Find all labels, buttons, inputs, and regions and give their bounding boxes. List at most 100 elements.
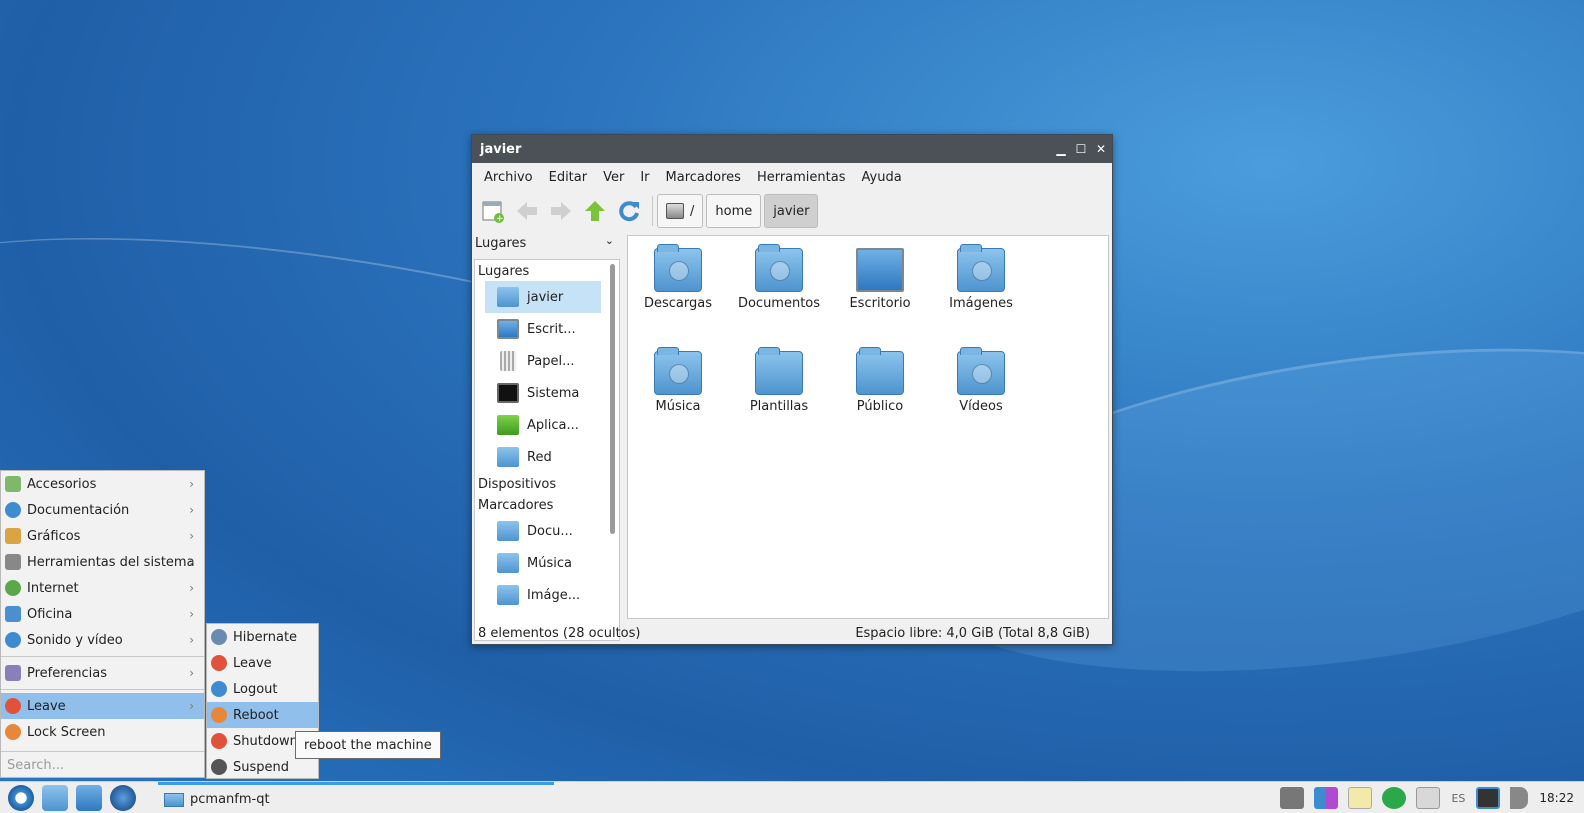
menu-item-herramientas-sistema[interactable]: Herramientas del sistema › (1, 549, 204, 575)
file-item-label: Descargas (643, 296, 712, 311)
sidebar-item-label: Escrit... (527, 321, 576, 337)
menu-ayuda[interactable]: Ayuda (854, 170, 910, 185)
sidebar-item-sistema[interactable]: Sistema (485, 377, 601, 409)
menu-item-label: Documentación (27, 502, 130, 518)
window-titlebar[interactable]: javier ▁ ☐ ✕ (472, 135, 1112, 163)
file-item-musica[interactable]: Música (628, 347, 728, 414)
clipboard-icon[interactable] (1348, 787, 1373, 809)
shutdown-icon (211, 733, 227, 749)
sidebar-bookmark-imagenes[interactable]: Imáge... (485, 579, 601, 611)
file-view: Descargas Documentos Escritorio Imágenes… (627, 235, 1109, 619)
start-menu-icon[interactable] (8, 784, 34, 811)
sidebar-places: Lugares javier Escrit... Papel... Sistem… (474, 259, 620, 641)
keyboard-layout-indicator[interactable]: ES (1451, 792, 1465, 805)
chevron-right-icon: › (189, 633, 194, 647)
menu-item-sonido-video[interactable]: Sonido y vídeo › (1, 627, 204, 653)
sidebar-item-label: Papel... (527, 353, 575, 369)
up-arrow-icon[interactable] (580, 196, 610, 226)
update-arrows-icon[interactable] (1314, 787, 1339, 809)
usb-device-icon[interactable] (1476, 787, 1501, 809)
submenu-item-reboot[interactable]: Reboot (207, 702, 318, 728)
menu-item-preferencias[interactable]: Preferencias › (1, 660, 204, 686)
sidebar-item-label: Aplica... (527, 417, 579, 433)
back-arrow-icon[interactable] (512, 196, 542, 226)
sidebar-item-label: Sistema (527, 385, 580, 401)
help-icon (5, 502, 21, 518)
file-item-plantillas[interactable]: Plantillas (729, 347, 829, 414)
file-item-descargas[interactable]: Descargas (628, 244, 728, 311)
file-manager-launcher-icon[interactable] (42, 784, 68, 811)
sidebar-item-label: Docu... (527, 523, 573, 539)
new-tab-icon[interactable]: + (478, 196, 508, 226)
reload-icon[interactable] (614, 196, 644, 226)
minimize-icon[interactable]: ▁ (1052, 140, 1070, 158)
menu-item-label: Leave (233, 655, 272, 671)
menu-item-lock-screen[interactable]: Lock Screen (1, 719, 204, 745)
menu-item-documentacion[interactable]: Documentación › (1, 497, 204, 523)
close-icon[interactable]: ✕ (1092, 140, 1110, 158)
mail-icon[interactable] (1416, 787, 1441, 809)
status-item-count: 8 elementos (28 ocultos) (478, 625, 641, 641)
sidebar-mode-selector[interactable]: Lugares ⌄ (472, 231, 620, 255)
maximize-icon[interactable]: ☐ (1072, 140, 1090, 158)
reboot-tooltip: reboot the machine (295, 731, 441, 759)
sidebar-scrollbar[interactable] (610, 264, 615, 534)
menu-item-label: Leave (27, 698, 66, 714)
menu-item-label: Suspend (233, 759, 290, 775)
submenu-item-leave[interactable]: Leave (207, 650, 318, 676)
window-title: javier (480, 141, 522, 157)
menu-item-internet[interactable]: Internet › (1, 575, 204, 601)
sidebar-item-label: Música (527, 555, 572, 571)
public-folder-icon (856, 347, 904, 395)
menu-archivo[interactable]: Archivo (476, 170, 541, 185)
menu-item-oficina[interactable]: Oficina › (1, 601, 204, 627)
menu-herramientas[interactable]: Herramientas (749, 170, 854, 185)
menu-marcadores[interactable]: Marcadores (658, 170, 749, 185)
breadcrumb-javier[interactable]: javier (764, 194, 819, 228)
forward-arrow-icon[interactable] (546, 196, 576, 226)
breadcrumb-home[interactable]: home (706, 194, 762, 228)
breadcrumb-root[interactable]: / (657, 194, 704, 228)
menu-editar[interactable]: Editar (541, 170, 596, 185)
submenu-item-logout[interactable]: Logout (207, 676, 318, 702)
file-item-imagenes[interactable]: Imágenes (931, 244, 1031, 311)
chevron-right-icon: › (189, 555, 194, 569)
submenu-item-hibernate[interactable]: Hibernate (207, 624, 318, 650)
sidebar-item-javier[interactable]: javier (485, 281, 601, 313)
file-item-documentos[interactable]: Documentos (729, 244, 829, 311)
clock[interactable]: 18:22 (1539, 791, 1574, 805)
sidebar-bookmark-musica[interactable]: Música (485, 547, 601, 579)
file-item-publico[interactable]: Público (830, 347, 930, 414)
screenshot-icon[interactable] (1280, 787, 1305, 809)
toolbar-separator (652, 196, 653, 226)
volume-icon[interactable] (1510, 787, 1529, 809)
menu-item-label: Shutdown (233, 733, 298, 749)
menu-item-graficos[interactable]: Gráficos › (1, 523, 204, 549)
templates-folder-icon (755, 347, 803, 395)
multimedia-icon (5, 632, 21, 648)
sidebar-group-devices: Dispositivos (478, 477, 557, 492)
browser-launcher-icon[interactable] (110, 784, 136, 811)
sidebar-item-aplicaciones[interactable]: Aplica... (485, 409, 601, 441)
sidebar-item-red[interactable]: Red (485, 441, 601, 473)
menu-item-leave[interactable]: Leave › (1, 693, 204, 719)
menu-search-input[interactable]: Search... (1, 751, 204, 779)
text-editor-launcher-icon[interactable] (76, 784, 102, 811)
network-icon[interactable] (1382, 787, 1407, 809)
sidebar-bookmark-documentos[interactable]: Docu... (485, 515, 601, 547)
menu-ver[interactable]: Ver (595, 170, 632, 185)
menu-ir[interactable]: Ir (632, 170, 657, 185)
file-item-escritorio[interactable]: Escritorio (830, 248, 930, 311)
graphics-icon (5, 528, 21, 544)
sidebar-item-label: Imáge... (527, 587, 581, 603)
sidebar-item-papelera[interactable]: Papel... (485, 345, 601, 377)
file-item-videos[interactable]: Vídeos (931, 347, 1031, 414)
lock-icon (5, 724, 21, 740)
task-button-pcmanfm[interactable]: pcmanfm-qt (158, 782, 554, 813)
chevron-down-icon: ⌄ (604, 234, 614, 247)
status-free-space: Espacio libre: 4,0 GiB (Total 8,8 GiB) (855, 625, 1090, 641)
sidebar-item-escritorio[interactable]: Escrit... (485, 313, 601, 345)
chevron-right-icon: › (189, 581, 194, 595)
chevron-right-icon: › (189, 503, 194, 517)
menu-item-accesorios[interactable]: Accesorios › (1, 471, 204, 497)
